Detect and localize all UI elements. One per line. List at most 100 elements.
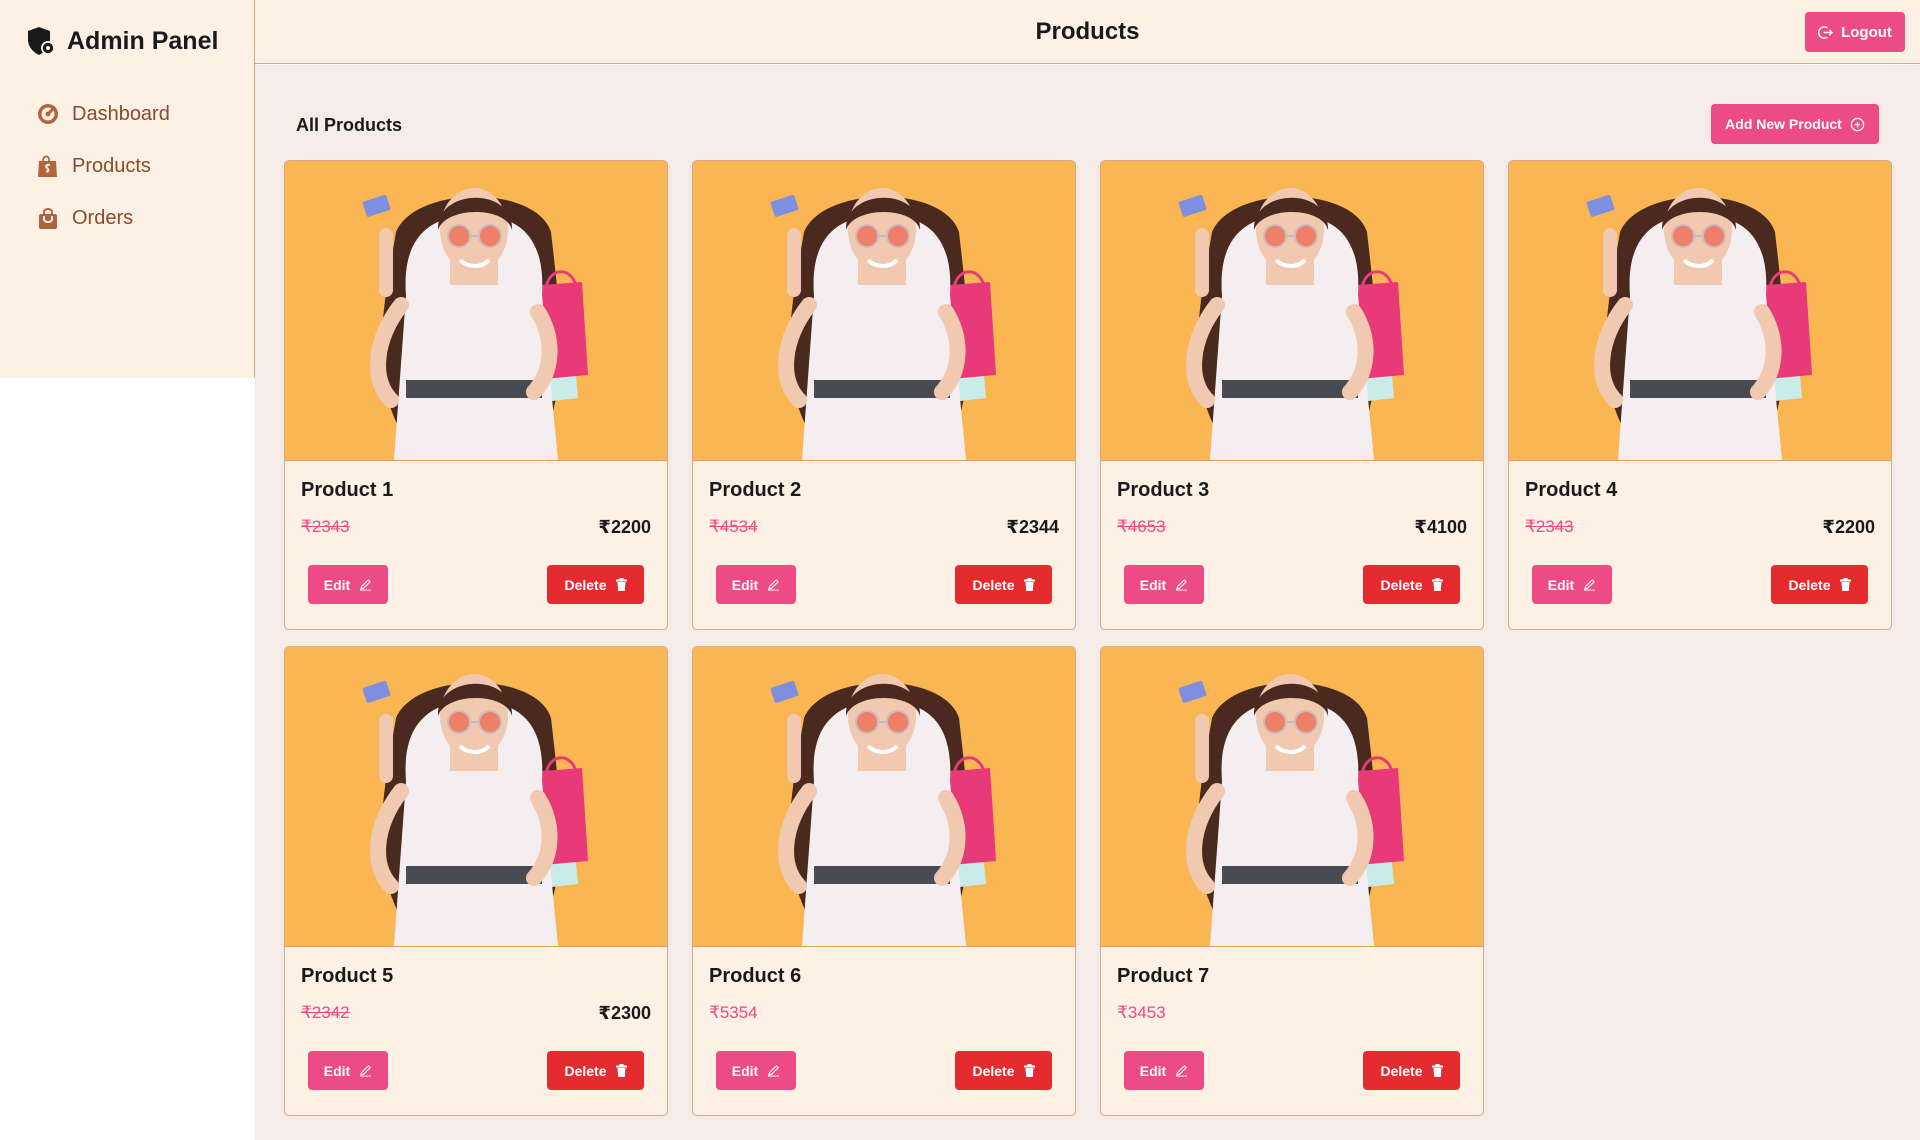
product-card-body: Product 3 ₹4653 ₹4100 Edit Delete: [1101, 461, 1483, 629]
product-price: ₹2343: [1525, 517, 1574, 536]
logout-button[interactable]: Logout: [1805, 12, 1905, 52]
sidebar-item-label: Orders: [72, 206, 134, 229]
shopping-woman-illustration: [1178, 188, 1404, 460]
delete-button[interactable]: Delete: [547, 1051, 644, 1090]
product-grid: Product 1 ₹2343 ₹2200 Edit Delete Produc…: [284, 160, 1892, 1116]
delete-label: Delete: [1788, 576, 1831, 593]
product-sale-price: ₹2344: [1006, 517, 1059, 537]
product-card-body: Product 1 ₹2343 ₹2200 Edit Delete: [285, 461, 667, 629]
trash-icon: [1431, 578, 1443, 591]
brand-title: Admin Panel: [67, 26, 219, 55]
edit-button[interactable]: Edit: [308, 565, 388, 604]
product-card: Product 7 ₹3453 Edit Delete: [1100, 646, 1484, 1116]
delete-label: Delete: [972, 576, 1015, 593]
product-card: Product 3 ₹4653 ₹4100 Edit Delete: [1100, 160, 1484, 630]
trash-icon: [1023, 1064, 1035, 1077]
pencil-icon: [1176, 1065, 1188, 1077]
product-image: [1101, 161, 1483, 461]
product-card-body: Product 6 ₹5354 Edit Delete: [693, 947, 1075, 1115]
product-card: Product 5 ₹2342 ₹2300 Edit Delete: [284, 646, 668, 1116]
logout-icon: [1818, 25, 1834, 39]
delete-button[interactable]: Delete: [955, 565, 1052, 604]
trash-icon: [1023, 578, 1035, 591]
edit-button[interactable]: Edit: [1124, 1051, 1204, 1090]
logout-label: Logout: [1841, 23, 1892, 41]
trash-icon: [615, 578, 627, 591]
main-content: All Products Add New Product Product 1 ₹…: [255, 65, 1920, 1140]
brand[interactable]: Admin Panel: [27, 26, 218, 56]
shopping-bag-icon: [38, 155, 57, 177]
section-title: All Products: [296, 115, 403, 135]
pencil-icon: [360, 579, 372, 591]
pencil-icon: [1584, 579, 1596, 591]
pencil-icon: [360, 1065, 372, 1077]
header: Products Logout: [255, 0, 1920, 64]
trash-icon: [615, 1064, 627, 1077]
product-name: Product 2: [709, 479, 802, 501]
product-sale-price: ₹2200: [598, 517, 651, 537]
edit-label: Edit: [1139, 576, 1167, 593]
delete-button[interactable]: Delete: [1363, 565, 1460, 604]
product-card-body: Product 2 ₹4534 ₹2344 Edit Delete: [693, 461, 1075, 629]
edit-button[interactable]: Edit: [1124, 565, 1204, 604]
edit-label: Edit: [323, 1062, 351, 1079]
trash-icon: [1431, 1064, 1443, 1077]
product-name: Product 5: [301, 965, 394, 987]
plus-circle-icon: [1850, 117, 1865, 131]
edit-button[interactable]: Edit: [1532, 565, 1612, 604]
delete-button[interactable]: Delete: [547, 565, 644, 604]
edit-label: Edit: [731, 576, 759, 593]
product-name: Product 1: [301, 479, 394, 501]
product-card: Product 6 ₹5354 Edit Delete: [692, 646, 1076, 1116]
product-card-body: Product 7 ₹3453 Edit Delete: [1101, 947, 1483, 1115]
product-card: Product 4 ₹2343 ₹2200 Edit Delete: [1508, 160, 1892, 630]
pencil-icon: [1176, 579, 1188, 591]
shopping-woman-illustration: [770, 674, 996, 946]
trash-icon: [1839, 578, 1851, 591]
edit-label: Edit: [323, 576, 351, 593]
product-price: ₹3453: [1117, 1003, 1166, 1022]
shopping-woman-illustration: [1586, 188, 1812, 460]
shopping-basket-icon: [39, 208, 57, 229]
product-sale-price: ₹2200: [1822, 517, 1875, 537]
sidebar-item-label: Dashboard: [72, 102, 170, 125]
delete-button[interactable]: Delete: [955, 1051, 1052, 1090]
product-name: Product 3: [1117, 479, 1210, 501]
product-image: [693, 647, 1075, 947]
edit-button[interactable]: Edit: [716, 1051, 796, 1090]
delete-label: Delete: [564, 576, 607, 593]
edit-button[interactable]: Edit: [308, 1051, 388, 1090]
app: Admin Panel Dashboard Products Orders Pr…: [0, 0, 1920, 1140]
edit-button[interactable]: Edit: [716, 565, 796, 604]
sidebar-item-products[interactable]: Products: [36, 151, 170, 181]
page-title: Products: [1035, 18, 1140, 45]
delete-label: Delete: [1380, 1062, 1423, 1079]
shield-gear-icon: [28, 27, 55, 55]
delete-label: Delete: [1380, 576, 1423, 593]
sidebar-item-dashboard[interactable]: Dashboard: [36, 99, 170, 129]
edit-label: Edit: [1139, 1062, 1167, 1079]
delete-button[interactable]: Delete: [1363, 1051, 1460, 1090]
delete-label: Delete: [564, 1062, 607, 1079]
product-image: [285, 161, 667, 461]
sidebar-nav: Dashboard Products Orders: [36, 99, 170, 255]
shopping-woman-illustration: [1178, 674, 1404, 946]
product-sale-price: ₹2300: [598, 1003, 651, 1023]
pencil-icon: [768, 1065, 780, 1077]
product-image: [693, 161, 1075, 461]
product-price: ₹4653: [1117, 517, 1166, 536]
product-name: Product 4: [1525, 479, 1618, 501]
product-name: Product 7: [1117, 965, 1210, 987]
product-card-body: Product 4 ₹2343 ₹2200 Edit Delete: [1509, 461, 1891, 629]
sidebar-item-label: Products: [72, 154, 151, 177]
shopping-woman-illustration: [770, 188, 996, 460]
product-price: ₹4534: [709, 517, 758, 536]
pencil-icon: [768, 579, 780, 591]
sidebar-item-orders[interactable]: Orders: [36, 203, 170, 233]
product-price: ₹5354: [709, 1003, 758, 1022]
delete-button[interactable]: Delete: [1771, 565, 1868, 604]
product-name: Product 6: [709, 965, 802, 987]
add-new-product-button[interactable]: Add New Product: [1711, 104, 1879, 144]
product-sale-price: ₹4100: [1414, 517, 1467, 537]
shopping-woman-illustration: [362, 674, 588, 946]
